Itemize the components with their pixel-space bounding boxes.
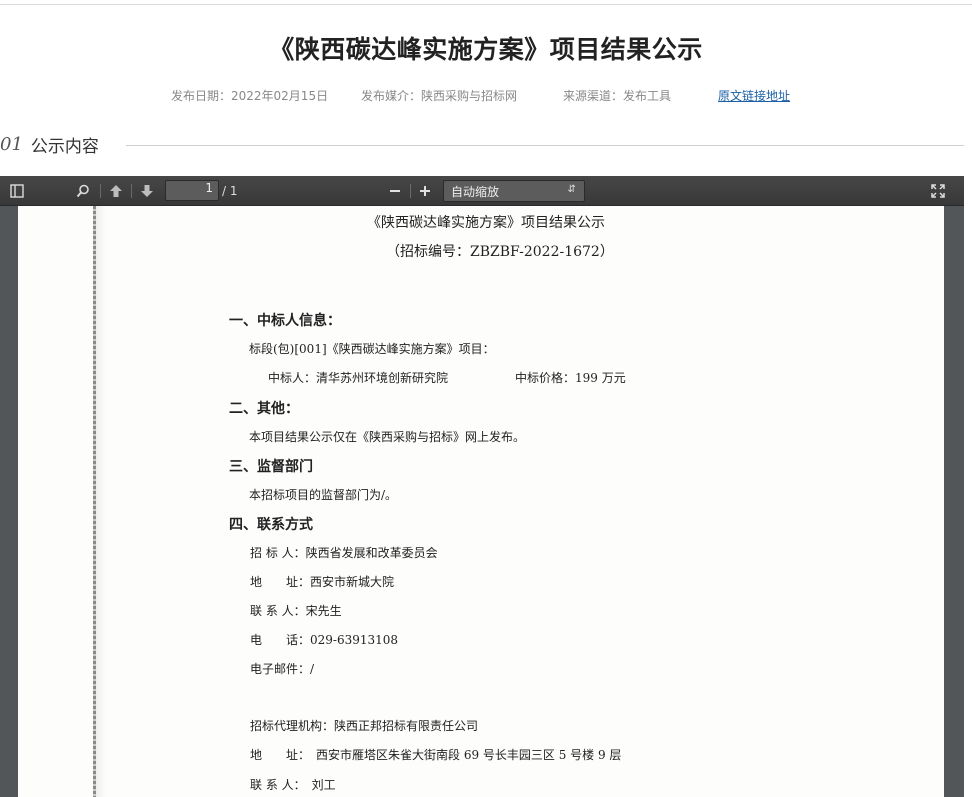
page-number-value: 1 (205, 181, 213, 195)
original-link[interactable]: 原文链接地址 (718, 87, 790, 104)
pdf-viewer: 1 / 1 自动缩放 ⇵ 《陕西碳达峰实施方案》项目结果公示 （招标编号：ZBZ… (0, 176, 964, 797)
page-title: 《陕西碳达峰实施方案》项目结果公示 (269, 35, 703, 64)
section-label: 公示内容 (30, 136, 99, 157)
doc-other-text: 本项目结果公示仅在《陕西采购与招标》网上发布。 (249, 430, 526, 444)
source-channel: 来源渠道：发布工具 (563, 89, 672, 103)
zoom-out-icon[interactable] (386, 182, 404, 200)
zoom-select[interactable]: 自动缩放 ⇵ (443, 180, 585, 202)
search-icon[interactable] (74, 182, 92, 200)
section-header: 01 公示内容 (0, 132, 99, 157)
doc-agency-contact: 联 系 人： 刘工 (250, 778, 336, 792)
doc-contact-email: 电子邮件：/ (250, 662, 315, 676)
section-number: 01 (0, 133, 23, 155)
toolbar-separator (100, 184, 101, 198)
fullscreen-icon[interactable] (929, 182, 947, 200)
document-page: 《陕西碳达峰实施方案》项目结果公示 （招标编号：ZBZBF-2022-1672）… (18, 206, 944, 797)
doc-section-1-heading: 一、中标人信息： (229, 313, 341, 329)
toolbar-separator (410, 184, 411, 198)
doc-supervision-text: 本招标项目的监督部门为/。 (249, 488, 398, 502)
doc-winner: 中标人：清华苏州环境创新研究院 (268, 371, 449, 385)
doc-agency-address: 地 址： 西安市雁塔区朱雀大街南段 69 号长丰园三区 5 号楼 9 层 (250, 748, 622, 762)
toolbar-separator (131, 184, 132, 198)
publish-media: 发布媒介：陕西采购与招标网 (361, 89, 518, 103)
arrow-down-icon[interactable] (138, 182, 156, 200)
doc-contact-tenderer: 招 标 人：陕西省发展和改革委员会 (250, 546, 438, 560)
sidebar-toggle-icon[interactable] (8, 182, 26, 200)
zoom-in-icon[interactable] (416, 182, 434, 200)
scan-shadow (96, 206, 106, 797)
section-divider (126, 145, 964, 146)
select-caret-icon: ⇵ (567, 184, 576, 195)
doc-code: （招标编号：ZBZBF-2022-1672） (386, 244, 614, 260)
doc-contact-phone: 电 话：029-63913108 (250, 633, 399, 647)
top-divider (0, 4, 972, 5)
pdf-toolbar: 1 / 1 自动缩放 ⇵ (0, 176, 964, 206)
zoom-value: 自动缩放 (451, 184, 500, 199)
doc-lot: 标段(包)[001]《陕西碳达峰实施方案》项目： (249, 342, 495, 356)
doc-section-3-heading: 三、监督部门 (229, 459, 313, 475)
doc-title: 《陕西碳达峰实施方案》项目结果公示 (367, 215, 605, 231)
doc-contact-person: 联 系 人：宋先生 (250, 604, 342, 618)
doc-price: 中标价格：199 万元 (515, 371, 626, 385)
doc-agency: 招标代理机构：陕西正邦招标有限责任公司 (250, 719, 479, 733)
page-number-input[interactable]: 1 (165, 180, 219, 201)
publish-date: 发布日期：2022年02月15日 (171, 89, 329, 103)
doc-section-4-heading: 四、联系方式 (229, 517, 313, 533)
page-count: / 1 (222, 184, 238, 198)
doc-section-2-heading: 二、其他： (229, 401, 299, 417)
arrow-up-icon[interactable] (107, 182, 125, 200)
doc-contact-address: 地 址：西安市新城大院 (250, 575, 395, 589)
